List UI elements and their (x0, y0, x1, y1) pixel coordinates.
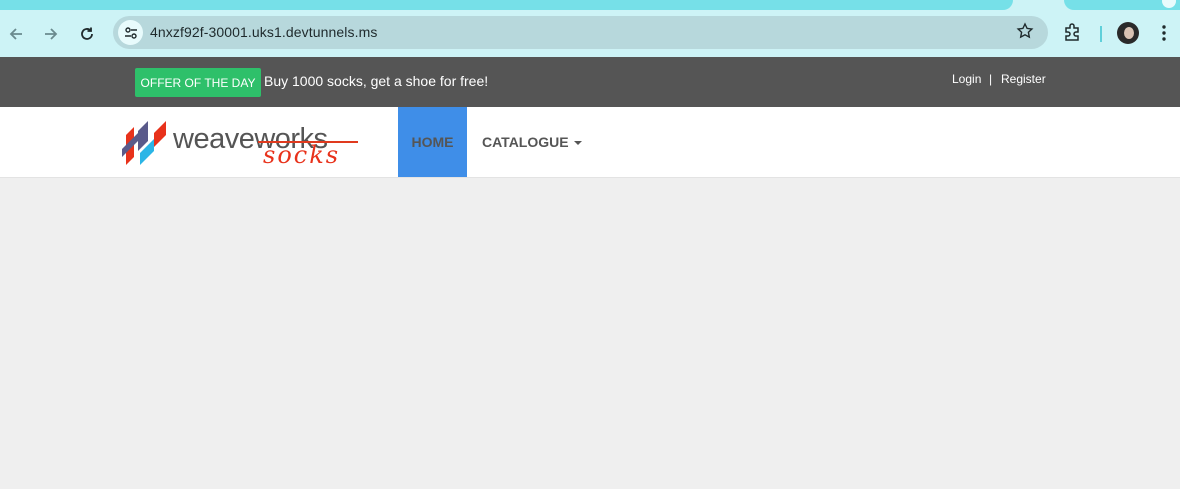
caret-down-icon (573, 141, 582, 146)
tab[interactable] (1064, 0, 1180, 10)
forward-icon (45, 28, 58, 40)
page-content (0, 178, 1180, 489)
address-bar[interactable]: 4nxzf92f-30001.uks1.devtunnels.ms (113, 16, 1048, 49)
bookmark-button[interactable] (1016, 22, 1034, 45)
offer-bar: OFFER OF THE DAY Buy 1000 socks, get a s… (0, 57, 1180, 107)
nav-home[interactable]: HOME (398, 107, 467, 177)
logo-mark-icon (122, 121, 166, 165)
bookmark-star-icon (1016, 22, 1034, 39)
nav-catalogue-dropdown[interactable]: CATALOGUE (482, 134, 582, 150)
profile-avatar[interactable] (1117, 22, 1139, 44)
browser-toolbar: 4nxzf92f-30001.uks1.devtunnels.ms (0, 12, 1180, 57)
extensions-button[interactable] (1062, 22, 1082, 47)
tab-strip (0, 0, 1180, 12)
site-info-button[interactable] (118, 20, 143, 45)
reload-icon (81, 27, 93, 40)
back-icon (9, 28, 22, 40)
new-tab-button[interactable] (1162, 0, 1176, 8)
register-link[interactable]: Register (1001, 72, 1046, 86)
back-button[interactable] (2, 20, 30, 48)
weaveworks-socks-logo[interactable]: weaveworks socks (120, 117, 360, 169)
forward-button[interactable] (37, 20, 65, 48)
main-navbar: weaveworks socks HOME CATALOGUE (0, 107, 1180, 178)
login-link[interactable]: Login (952, 72, 981, 86)
more-menu-button[interactable] (1154, 23, 1174, 48)
logo-socks-text: socks (263, 141, 341, 169)
nav-catalogue-label: CATALOGUE (482, 134, 569, 150)
offer-of-the-day-button[interactable]: OFFER OF THE DAY (135, 68, 261, 97)
site-info-icon (124, 26, 137, 39)
extensions-icon (1065, 23, 1079, 41)
more-menu-icon (1162, 25, 1166, 41)
reload-button[interactable] (73, 20, 101, 48)
url-text[interactable]: 4nxzf92f-30001.uks1.devtunnels.ms (150, 24, 377, 40)
account-separator: | (989, 72, 993, 86)
offer-text[interactable]: Buy 1000 socks, get a shoe for free! (264, 73, 488, 89)
active-tab[interactable] (0, 0, 1013, 10)
toolbar-divider (1100, 26, 1102, 42)
